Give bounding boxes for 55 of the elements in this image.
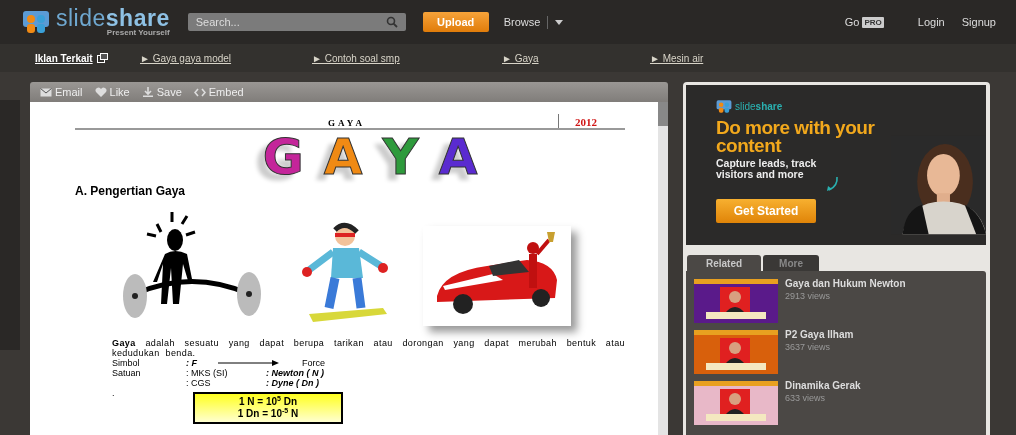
caret-icon[interactable] <box>555 19 564 25</box>
title-letter: Y <box>382 128 419 186</box>
slide-year: 2012 <box>575 116 598 128</box>
ad-link[interactable]: ► Gaya <box>502 52 650 64</box>
view-count: 3637 views <box>785 342 832 352</box>
slide-header: GAYA <box>327 118 366 128</box>
row-value: : F <box>186 358 197 368</box>
envelope-icon <box>40 86 52 98</box>
pro-badge: PRO <box>862 16 884 28</box>
brand-wordmark: slideshare <box>735 101 783 112</box>
logo-wordmark[interactable]: slideshare <box>56 7 170 30</box>
search-icon <box>385 16 398 28</box>
curved-arrow-icon <box>826 176 840 192</box>
tab[interactable]: Related <box>687 255 761 271</box>
row-label: Satuan <box>112 368 142 378</box>
related-title[interactable]: Gaya dan Hukum Newton <box>785 278 906 289</box>
row-value: : MKS (SI) <box>186 368 228 378</box>
code-icon <box>193 86 206 98</box>
logo-icon <box>22 9 50 35</box>
row-result: : Newton ( N ) <box>266 368 324 378</box>
heart-icon <box>94 86 107 98</box>
view-count: 2913 views <box>785 291 832 301</box>
ads-label[interactable]: Iklan Terkait <box>35 52 93 64</box>
external-link-icon <box>96 53 108 63</box>
row-value: : CGS <box>186 378 211 388</box>
tagline: Present Yourself <box>106 29 170 37</box>
scrollbar[interactable] <box>658 102 668 435</box>
download-icon <box>141 86 154 98</box>
row-label: Simbol <box>112 358 141 368</box>
title-letter: A <box>323 128 363 186</box>
ad-text: Capture leads, track visitors and more <box>716 158 818 180</box>
formula-line: 1 Dn = 10$^{-5}$ N <box>236 408 300 420</box>
title-letter: G <box>262 128 304 186</box>
related-title[interactable]: P2 Gaya Ilham <box>785 329 854 340</box>
dot-mark: . <box>112 388 116 398</box>
browse-menu[interactable]: Browse <box>503 16 541 28</box>
ad-link[interactable]: ► Gaya gaya model <box>140 52 312 64</box>
ad-link[interactable]: ► Contoh soal smp <box>312 52 502 64</box>
related-title[interactable]: Dinamika Gerak <box>785 380 861 391</box>
go-link[interactable]: Go <box>844 16 860 28</box>
search-field[interactable]: Search... <box>187 13 406 31</box>
row-result: Force <box>302 358 325 368</box>
definition-text: Gaya adalah sesuatu yang dapat berupa tarikan atau dorongan yang dapat merubah bentuk atau kedudukan benda. <box>112 338 625 358</box>
arrow-icon <box>218 359 280 367</box>
title-letter: A <box>438 128 478 186</box>
section-heading: A. Pengertian Gaya <box>75 184 187 198</box>
ad-headline: Do more with your content <box>716 119 876 155</box>
view-count: 633 views <box>785 393 827 403</box>
logo-icon <box>716 99 732 114</box>
ad-banner[interactable]: slideshare Do more with your content Capture leads, track visitors and more Get Started <box>686 85 986 245</box>
login-link[interactable]: Login <box>917 16 945 28</box>
row-result: : Dyne ( Dn ) <box>266 378 319 388</box>
signup-link[interactable]: Signup <box>961 16 996 28</box>
formula-line: 1 N = 10$^{5}$ Dn <box>237 396 299 408</box>
ad-link[interactable]: ► Mesin air <box>650 52 1016 64</box>
